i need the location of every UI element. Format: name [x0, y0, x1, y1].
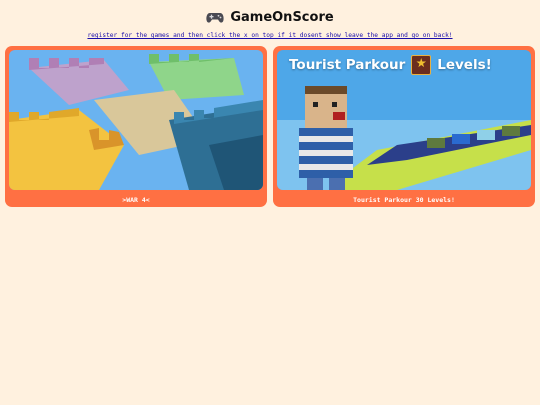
game-title-tourist-parkour: Tourist Parkour 30 Levels!: [353, 196, 455, 204]
thumbnail-title: Tourist Parkour Levels!: [289, 55, 492, 75]
gamepad-icon: [206, 12, 224, 23]
register-notice-link[interactable]: register for the games and then click th…: [0, 32, 540, 39]
game-card-tourist-parkour[interactable]: Tourist Parkour Levels! Tourist Parkour …: [273, 46, 535, 207]
site-title: GameOnScore: [230, 9, 334, 25]
game-title-war4: >WAR 4<: [122, 196, 150, 204]
site-header: GameOnScore: [0, 6, 540, 28]
game-card-war4[interactable]: >WAR 4<: [5, 46, 267, 207]
game-thumbnail-war4[interactable]: [9, 50, 263, 190]
badge-icon: [411, 55, 432, 75]
